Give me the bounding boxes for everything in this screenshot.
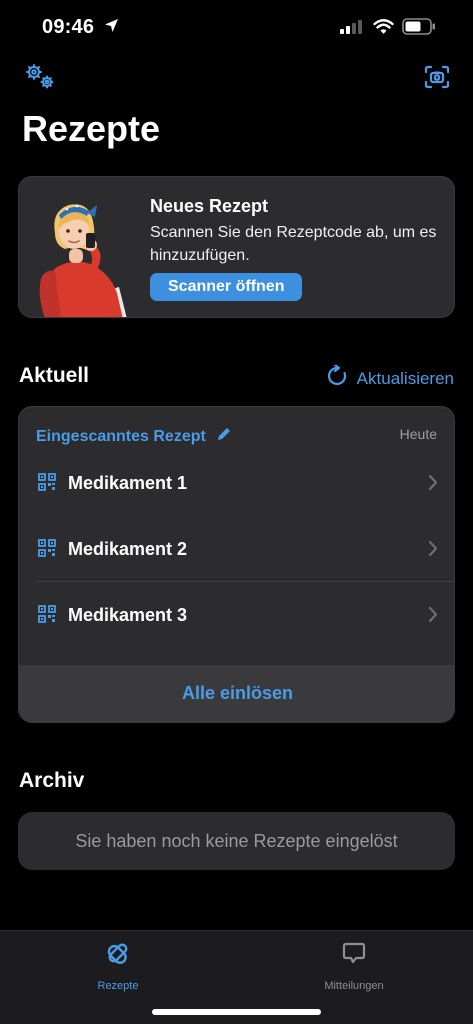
medication-label: Medikament 1	[68, 472, 188, 493]
medication-row[interactable]: Medikament 1	[19, 450, 454, 516]
chevron-right-icon	[428, 474, 438, 496]
tab-rezepte[interactable]: Rezepte	[48, 941, 188, 994]
refresh-button[interactable]: Aktualisieren	[327, 363, 454, 392]
home-indicator	[152, 1009, 321, 1015]
cellular-signal-icon	[340, 20, 364, 39]
battery-icon	[402, 18, 436, 40]
prescription-header[interactable]: Eingescanntes Rezept	[36, 426, 232, 447]
tab-mitteilungen[interactable]: Mitteilungen	[284, 941, 424, 994]
new-prescription-card: Neues Rezept Scannen Sie den Rezeptcode …	[18, 176, 455, 318]
medication-label: Medikament 2	[68, 538, 188, 559]
rezepte-icon	[48, 941, 188, 970]
archive-empty-state: Sie haben noch keine Rezepte eingelöst	[18, 812, 455, 870]
scan-button[interactable]	[420, 64, 454, 94]
tab-label: Rezepte	[97, 980, 139, 992]
location-arrow-icon	[104, 18, 119, 38]
refresh-label: Aktualisieren	[356, 368, 454, 388]
prescription-date: Heute	[399, 426, 437, 442]
pencil-icon[interactable]	[206, 426, 232, 447]
qr-code-icon	[38, 473, 56, 496]
camera-scan-icon	[424, 65, 450, 94]
section-title-aktuell: Aktuell	[19, 364, 90, 387]
open-scanner-button[interactable]: Scanner öffnen	[150, 273, 303, 301]
prescription-card: Eingescanntes Rezept Heute Medikament 1 …	[18, 406, 455, 723]
promo-description: Scannen Sie den Rezeptcode ab, um es hin…	[150, 224, 437, 264]
status-bar: 09:46	[0, 0, 473, 56]
status-time: 09:46	[42, 16, 95, 38]
section-title-archiv: Archiv	[19, 769, 85, 792]
refresh-icon	[327, 363, 357, 392]
medication-label: Medikament 3	[68, 604, 188, 625]
medication-row[interactable]: Medikament 2	[19, 516, 454, 582]
qr-code-icon	[38, 539, 56, 562]
tab-label: Mitteilungen	[324, 980, 384, 992]
wifi-icon	[373, 19, 394, 40]
qr-code-icon	[38, 605, 56, 628]
redeem-all-button[interactable]: Alle einlösen	[19, 665, 454, 722]
chat-bubble-icon	[284, 941, 424, 970]
settings-button[interactable]	[23, 62, 57, 97]
promo-title: Neues Rezept	[150, 196, 269, 216]
chevron-right-icon	[428, 540, 438, 562]
page-title: Rezepte	[22, 108, 161, 149]
chevron-right-icon	[428, 606, 438, 628]
gears-icon	[23, 62, 57, 97]
prescription-title: Eingescanntes Rezept	[36, 427, 206, 445]
medication-row[interactable]: Medikament 3	[19, 582, 454, 648]
woman-illustration	[31, 183, 143, 317]
